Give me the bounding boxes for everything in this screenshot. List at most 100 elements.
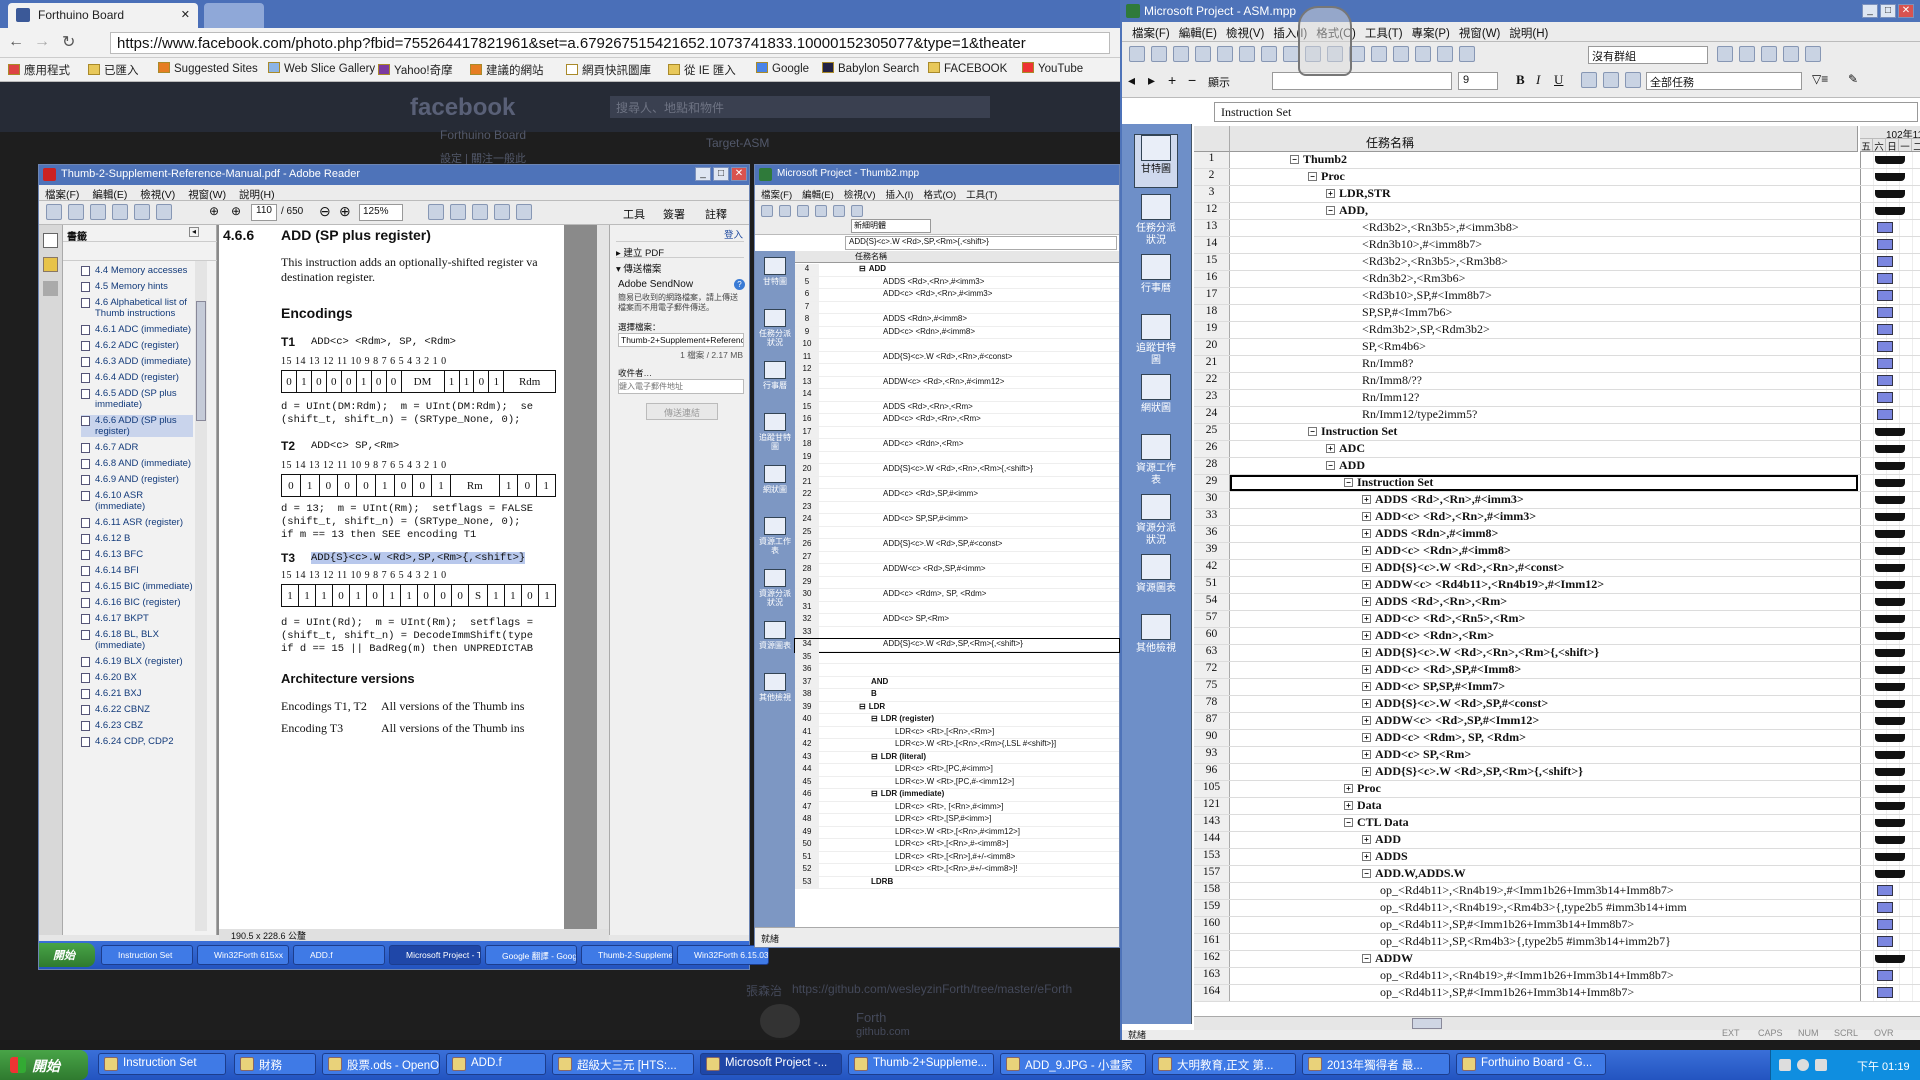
bookmark-item[interactable]: 4.5 Memory hints [81, 281, 193, 292]
task-bar[interactable] [1877, 409, 1893, 420]
expand-icon[interactable]: + [1362, 733, 1371, 742]
small-task-row[interactable]: 15 ADDS <Rd>,<Rn>,<Rm> [795, 401, 1119, 414]
inner-taskbar-item[interactable]: ADD.f [293, 945, 385, 965]
summary-bar[interactable] [1875, 700, 1905, 708]
expand-icon[interactable]: + [1326, 189, 1335, 198]
row-number[interactable]: 33 [1194, 509, 1230, 525]
expand-icon[interactable]: + [1362, 682, 1371, 691]
print-icon[interactable] [815, 204, 827, 217]
entry-bar[interactable]: Instruction Set [1214, 102, 1918, 122]
summary-bar[interactable] [1875, 173, 1905, 181]
recipient-input[interactable] [618, 379, 744, 394]
expand-icon[interactable]: + [1362, 852, 1371, 861]
inner-taskbar-item[interactable]: Win32Forth 6.15.03 [677, 945, 769, 965]
view-bar-item[interactable]: 資源分派狀況 [1134, 494, 1178, 548]
small-task-row[interactable]: 51 LDR<c> <Rt>,[<Rn>],#+/-<imm8> [795, 851, 1119, 864]
small-entry-bar[interactable]: ADD{S}<c>.W <Rd>,SP,<Rm>{,<shift>} [845, 236, 1117, 250]
task-name-cell[interactable]: + ADDS <Rd>,<Rn>,#<imm3> [1230, 492, 1858, 508]
row-number[interactable]: 72 [1194, 662, 1230, 678]
new-project-icon[interactable] [1129, 46, 1145, 62]
task-name-cell[interactable]: − Instruction Set [1230, 424, 1858, 440]
align-center-icon[interactable] [1603, 72, 1619, 88]
zoom-out-icon[interactable]: ⊖ [319, 203, 331, 220]
task-bar[interactable] [1877, 902, 1893, 913]
outdent-icon[interactable]: ◂ [1128, 72, 1135, 89]
row-number[interactable]: 24 [1194, 407, 1230, 423]
task-name-cell[interactable]: + ADDS <Rd>,<Rn>,<Rm> [1230, 594, 1858, 610]
collapse-icon[interactable]: − [1362, 869, 1371, 878]
view-bar-item[interactable]: 資源工作表 [1134, 434, 1178, 488]
collapse-icon[interactable]: ⊟ [871, 752, 878, 761]
facebook-comment-link[interactable]: https://github.com/wesleyzinForth/tree/m… [792, 982, 1072, 996]
menu-tools[interactable]: 工具(T) [966, 190, 997, 201]
task-name-cell[interactable]: + ADD<c> SP,<Rm> [1230, 747, 1858, 763]
task-row[interactable]: 3 + LDR,STR [1194, 186, 1920, 203]
inner-taskbar-item[interactable]: Google 翻譯 - Google... [485, 945, 577, 965]
task-name-cell[interactable]: <Rdn3b2>,<Rm3b6> [1230, 271, 1858, 287]
tools-tab[interactable]: 工具 [623, 206, 645, 222]
view-bar-item[interactable]: 其他檢視 [1134, 614, 1178, 668]
row-number[interactable]: 29 [1194, 475, 1230, 491]
task-bar[interactable] [1877, 239, 1893, 250]
task-bar[interactable] [1877, 290, 1893, 301]
network-icon[interactable] [1779, 1059, 1791, 1071]
small-task-row[interactable]: 41 LDR<c> <Rt>,[<Rn>,<Rm>] [795, 726, 1119, 739]
task-row[interactable]: 26 + ADC [1194, 441, 1920, 458]
task-row[interactable]: 19 <Rdm3b2>,SP,<Rdm3b2> [1194, 322, 1920, 339]
task-name-cell[interactable]: op_<Rd4b11>,<Rn4b19>,#<Imm1b26+Imm3b14+I… [1230, 968, 1858, 984]
row-number[interactable]: 161 [1194, 934, 1230, 950]
clock[interactable]: 下午 01:19 [1857, 1058, 1910, 1074]
t3-syntax[interactable]: ADD{S}<c>.W <Rd>,SP,<Rm>{,<shift>} [311, 552, 526, 564]
big-menu-project[interactable]: 專案(P) [1412, 28, 1450, 40]
small-task-row[interactable]: 34 ADD{S}<c>.W <Rd>,SP,<Rm>{,<shift>} [794, 638, 1120, 653]
chrome-new-tab[interactable] [204, 3, 264, 28]
row-number[interactable]: 14 [1194, 237, 1230, 253]
zoom-in-icon[interactable] [1717, 46, 1733, 62]
bookmark-ie-import[interactable]: 從 IE 匯入 [668, 62, 736, 78]
filter-select[interactable]: 全部任務 [1646, 72, 1802, 90]
login-link[interactable]: 登入 [724, 227, 743, 241]
task-name-cell[interactable]: op_<Rd4b11>,SP,<Rm4b3>{,type2b5 #imm3b14… [1230, 934, 1858, 950]
expand-icon[interactable]: + [1362, 750, 1371, 759]
expand-icon[interactable]: + [1362, 580, 1371, 589]
bookmark-facebook[interactable]: FACEBOOK [928, 62, 1007, 78]
small-task-row[interactable]: 18 ADD<c> <Rdn>,<Rm> [795, 439, 1119, 452]
task-name-cell[interactable]: <Rd3b2>,<Rn3b5>,#<imm3b8> [1230, 220, 1858, 236]
bookmark-web-slice-gallery[interactable]: Web Slice Gallery [268, 62, 375, 78]
task-row[interactable]: 30 + ADDS <Rd>,<Rn>,#<imm3> [1194, 492, 1920, 509]
split-task-icon[interactable] [1415, 46, 1431, 62]
row-number[interactable]: 13 [1194, 220, 1230, 236]
summary-bar[interactable] [1875, 802, 1905, 810]
open-icon[interactable] [68, 204, 84, 220]
copy-icon[interactable] [1283, 46, 1299, 62]
taskbar-item[interactable]: 大明教育,正文 第... [1152, 1053, 1296, 1075]
small-task-row[interactable]: 22 ADD<c> <Rd>,SP,#<imm> [795, 489, 1119, 502]
reader-menu-view[interactable]: 檢視(V) [140, 189, 175, 201]
align-right-icon[interactable] [1625, 72, 1641, 88]
task-bar[interactable] [1877, 375, 1893, 386]
menu-view[interactable]: 檢視(V) [844, 190, 876, 201]
autofilter-icon[interactable]: ▽≡ [1812, 72, 1828, 86]
summary-bar[interactable] [1875, 819, 1905, 827]
small-task-row[interactable]: 53 LDRB [795, 876, 1119, 889]
task-row[interactable]: 160 op_<Rd4b11>,SP,#<Imm1b26+Imm3b14+Imm8… [1194, 917, 1920, 934]
taskbar-item[interactable]: Microsoft Project -... [700, 1053, 842, 1075]
bookmark-item[interactable]: 4.6.22 CBNZ [81, 704, 193, 715]
taskbar-item[interactable]: 股票.ods - OpenOffi... [322, 1053, 440, 1075]
expand-icon[interactable]: + [1362, 512, 1371, 521]
reader-menu-help[interactable]: 說明(H) [239, 189, 275, 201]
inner-taskbar-item[interactable]: Microsoft Project - Th... [389, 945, 481, 965]
task-row[interactable]: 29− Instruction Set [1194, 475, 1920, 492]
bookmark-web-clips[interactable]: 網頁快訊圖庫 [566, 62, 651, 78]
big-menu-help[interactable]: 說明(H) [1509, 28, 1548, 40]
inner-start-button[interactable]: 開始 [39, 943, 95, 967]
small-view-item[interactable]: 資源分派狀況 [757, 569, 793, 617]
row-number[interactable]: 160 [1194, 917, 1230, 933]
new-icon[interactable] [761, 204, 773, 217]
row-number[interactable]: 159 [1194, 900, 1230, 916]
document-scrollbar[interactable] [597, 225, 609, 929]
small-view-item[interactable]: 其他檢視 [757, 673, 793, 721]
bookmarks-scrollbar[interactable] [195, 261, 207, 931]
summary-bar[interactable] [1875, 462, 1905, 470]
expand-icon[interactable]: + [1362, 597, 1371, 606]
